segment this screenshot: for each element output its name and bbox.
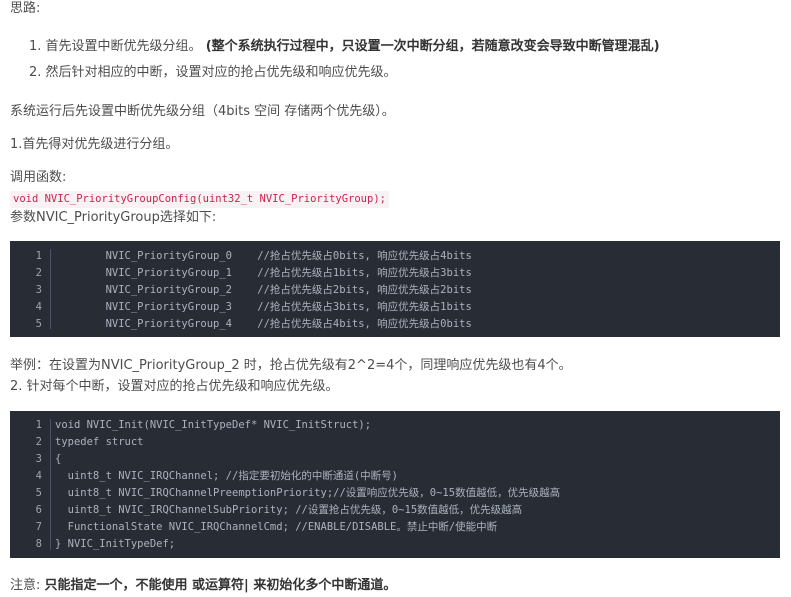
- line-number: 2: [35, 267, 42, 279]
- paragraph-step-1: 1.首先得对优先级进行分组。: [10, 137, 179, 152]
- code-line: 5 NVIC_PriorityGroup_4 //抢占优先级占4bits, 响应…: [10, 316, 780, 333]
- code-line: 5 uint8_t NVIC_IRQChannelPreemptionPrior…: [10, 485, 780, 502]
- line-number: 3: [35, 284, 42, 296]
- code-text: {: [55, 453, 62, 465]
- code-line: 3{: [10, 451, 780, 468]
- code-line: 3 NVIC_PriorityGroup_2 //抢占优先级占2bits, 响应…: [10, 282, 780, 299]
- code-line: 4 NVIC_PriorityGroup_3 //抢占优先级占3bits, 响应…: [10, 299, 780, 316]
- line-number: 5: [35, 487, 42, 499]
- code-text: uint8_t NVIC_IRQChannelSubPriority; //设置…: [55, 504, 523, 516]
- step-1-bold-note: (整个系统执行过程中，只设置一次中断分组，若随意改变会导致中断管理混乱): [205, 39, 660, 54]
- step-1-text: 首先设置中断优先级分组。: [45, 39, 202, 54]
- inline-code-priority-group-config: void NVIC_PriorityGroupConfig(uint32_t N…: [10, 191, 389, 208]
- code-lines: 1 NVIC_PriorityGroup_0 //抢占优先级占0bits, 响应…: [10, 248, 780, 333]
- code-line: 6 uint8_t NVIC_IRQChannelSubPriority; //…: [10, 502, 780, 519]
- code-text: NVIC_PriorityGroup_0 //抢占优先级占0bits, 响应优先…: [55, 250, 472, 262]
- line-number: 7: [35, 521, 42, 533]
- heading-idea: 思路:: [10, 1, 41, 16]
- code-text: NVIC_PriorityGroup_2 //抢占优先级占2bits, 响应优先…: [55, 284, 472, 296]
- code-line: 2 NVIC_PriorityGroup_1 //抢占优先级占1bits, 响应…: [10, 265, 780, 282]
- line-number: 3: [35, 453, 42, 465]
- code-line: 2 typedef struct: [10, 434, 780, 451]
- step-1: 1. 首先设置中断优先级分组。 (整个系统执行过程中，只设置一次中断分组，若随意…: [29, 38, 660, 56]
- paragraph-step-2: 2. 针对每个中断，设置对应的抢占优先级和响应优先级。: [10, 379, 339, 394]
- code-text: FunctionalState NVIC_IRQChannelCmd; //EN…: [55, 521, 498, 533]
- note-bold: 只能指定一个，不能使用 或运算符| 来初始化多个中断通道。: [44, 578, 397, 593]
- step-2-number: 2.: [29, 65, 42, 80]
- code-text: typedef struct: [55, 436, 144, 448]
- note-paragraph: 注意: 只能指定一个，不能使用 或运算符| 来初始化多个中断通道。: [10, 577, 396, 595]
- code-text: NVIC_PriorityGroup_3 //抢占优先级占3bits, 响应优先…: [55, 301, 472, 313]
- line-number: 4: [35, 470, 42, 482]
- code-text: uint8_t NVIC_IRQChannel; //指定要初始化的中断通道(中…: [55, 470, 398, 482]
- code-line: 1 void NVIC_Init(NVIC_InitTypeDef* NVIC_I…: [10, 417, 780, 434]
- code-line: 4 uint8_t NVIC_IRQChannel; //指定要初始化的中断通道…: [10, 468, 780, 485]
- line-number: 5: [35, 318, 42, 330]
- code-text: NVIC_PriorityGroup_4 //抢占优先级占4bits, 响应优先…: [55, 318, 472, 330]
- code-lines: 1 void NVIC_Init(NVIC_InitTypeDef* NVIC_I…: [10, 417, 780, 553]
- paragraph-example: 举例：在设置为NVIC_PriorityGroup_2 时，抢占优先级有2^2=…: [10, 358, 572, 373]
- paragraph-param-options: 参数NVIC_PriorityGroup选择如下:: [10, 210, 217, 225]
- code-text: void NVIC_Init(NVIC_InitTypeDef* NVIC_In…: [55, 419, 372, 431]
- code-line: 8 } NVIC_InitTypeDef;: [10, 536, 780, 553]
- step-2: 2. 然后针对相应的中断，设置对应的抢占优先级和响应优先级。: [29, 64, 397, 82]
- code-line: 1 NVIC_PriorityGroup_0 //抢占优先级占0bits, 响应…: [10, 248, 780, 265]
- code-block-nvic-init[interactable]: 1 void NVIC_Init(NVIC_InitTypeDef* NVIC_I…: [10, 411, 780, 558]
- paragraph-group-setup: 系统运行后先设置中断优先级分组（4bits 空间 存储两个优先级）。: [10, 104, 395, 119]
- line-number: 1: [35, 419, 42, 431]
- code-text: } NVIC_InitTypeDef;: [55, 538, 176, 550]
- code-text: uint8_t NVIC_IRQChannelPreemptionPriorit…: [55, 487, 561, 499]
- line-number: 8: [35, 538, 42, 550]
- line-number: 4: [35, 301, 42, 313]
- line-number: 6: [35, 504, 42, 516]
- line-number: 1: [35, 250, 42, 262]
- step-2-text: 然后针对相应的中断，设置对应的抢占优先级和响应优先级。: [45, 65, 397, 80]
- step-1-number: 1.: [29, 39, 42, 54]
- note-prefix: 注意:: [10, 578, 41, 593]
- line-number: 2: [35, 436, 42, 448]
- code-line: 7 FunctionalState NVIC_IRQChannelCmd; //…: [10, 519, 780, 536]
- code-block-priority-groups[interactable]: 1 NVIC_PriorityGroup_0 //抢占优先级占0bits, 响应…: [10, 241, 780, 337]
- code-text: NVIC_PriorityGroup_1 //抢占优先级占1bits, 响应优先…: [55, 267, 472, 279]
- paragraph-call-function: 调用函数:: [10, 170, 67, 185]
